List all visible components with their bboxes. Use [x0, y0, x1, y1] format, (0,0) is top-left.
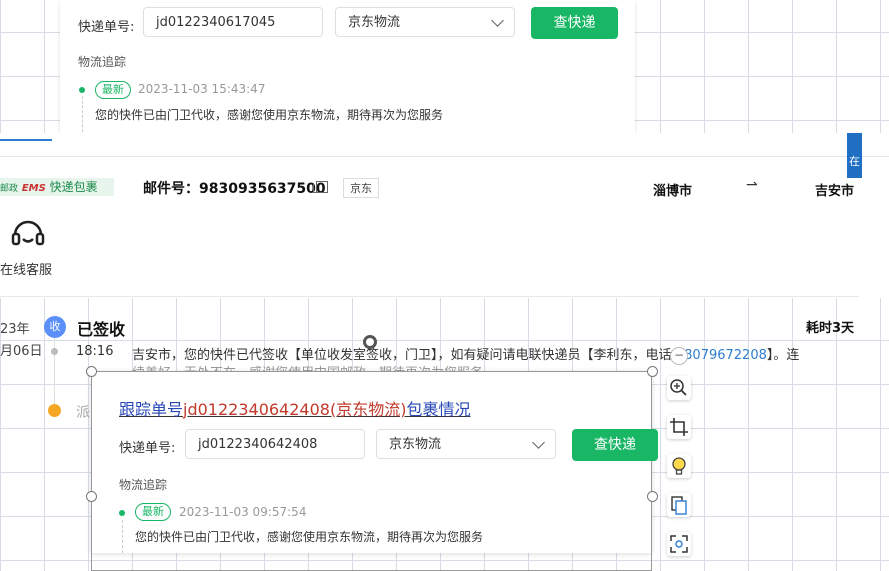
- timeline-dot-orange: [48, 404, 61, 417]
- logistics-tracking-title: 物流追踪: [78, 55, 127, 69]
- china-post-ems-logo: 邮政 EMS 快递包裹: [0, 178, 114, 196]
- resize-handle-w[interactable]: [86, 491, 97, 502]
- tracking-number-label: 快递单号:: [78, 20, 135, 35]
- next-status: 派: [76, 405, 90, 421]
- latest-tag: 最新: [95, 81, 131, 99]
- tracking-number-label: 快递单号:: [119, 441, 176, 456]
- latest-message: 您的快件已由门卫代收，感谢您使用京东物流，期待再次为您服务: [135, 530, 484, 544]
- chevron-down-icon: [532, 436, 545, 449]
- resize-handle-nw[interactable]: [86, 366, 97, 377]
- online-service-label[interactable]: 在线客服: [0, 259, 52, 278]
- crop-icon[interactable]: [667, 415, 691, 439]
- tracking-number-input[interactable]: jd0122340617045: [143, 7, 323, 37]
- timeline-dash: [82, 96, 83, 132]
- mail-number: 邮件号：9830935637500: [143, 181, 326, 197]
- timeline-dash: [122, 520, 123, 553]
- tracking-result-panel: [0, 133, 889, 298]
- timeline-dot: [79, 87, 85, 93]
- file-icon[interactable]: [667, 493, 691, 517]
- carrier-select-value: 京东物流: [348, 15, 401, 30]
- latest-time: 2023-11-03 09:57:54: [179, 505, 307, 519]
- carrier-select[interactable]: 京东物流: [376, 429, 556, 459]
- carrier-tag: 京东: [343, 178, 379, 198]
- duration-label: 耗时3天: [806, 321, 855, 336]
- latest-tag: 最新: [135, 503, 171, 521]
- latest-time: 2023-11-03 15:43:47: [138, 82, 266, 96]
- zoom-in-icon[interactable]: [667, 376, 691, 400]
- date-day: 月06日: [0, 344, 43, 359]
- active-tab-underline: [0, 139, 52, 141]
- carrier-select-value: 京东物流: [389, 437, 442, 452]
- copy-icon-back: [313, 184, 322, 193]
- arrow-right-icon: ⇀: [746, 177, 758, 193]
- event-time: 18:16: [76, 344, 114, 359]
- timeline-dot: [119, 510, 125, 516]
- chevron-down-icon: [491, 14, 504, 27]
- logistics-tracking-title: 物流追踪: [119, 478, 168, 492]
- divider: [0, 296, 859, 297]
- scan-icon[interactable]: [667, 532, 691, 556]
- received-status-icon: 收: [44, 316, 66, 338]
- tracking-number-input[interactable]: jd0122340642408: [185, 429, 365, 459]
- tracking-title[interactable]: 跟踪单号jd0122340642408(京东物流)包裹情况: [119, 396, 470, 420]
- divider: [0, 156, 889, 157]
- status-heading: 已签收: [77, 320, 126, 339]
- search-express-button[interactable]: 查快递: [572, 429, 658, 461]
- resize-handle-ne[interactable]: [647, 366, 658, 377]
- timeline-dot: [51, 348, 58, 355]
- origin-city: 淄博市: [653, 184, 693, 199]
- minus-icon[interactable]: −: [670, 347, 688, 365]
- bulb-icon[interactable]: [667, 454, 691, 478]
- courier-phone[interactable]: 18079672208: [676, 348, 767, 363]
- date-year: 23年: [0, 322, 30, 337]
- destination-city: 吉安市: [815, 184, 855, 199]
- carrier-select[interactable]: 京东物流: [335, 7, 515, 37]
- side-tab[interactable]: 在: [847, 133, 862, 178]
- event-detail: 吉安市，您的快件已代签收【单位收发室签收，门卫】，如有疑问请电联快递员【李利东，…: [132, 348, 800, 363]
- rotate-handle-icon[interactable]: [363, 335, 377, 349]
- headset-icon[interactable]: [11, 219, 45, 253]
- resize-handle-e[interactable]: [647, 491, 658, 502]
- latest-message: 您的快件已由门卫代收，感谢您使用京东物流，期待再次为您服务: [95, 108, 444, 122]
- search-express-button[interactable]: 查快递: [531, 7, 618, 39]
